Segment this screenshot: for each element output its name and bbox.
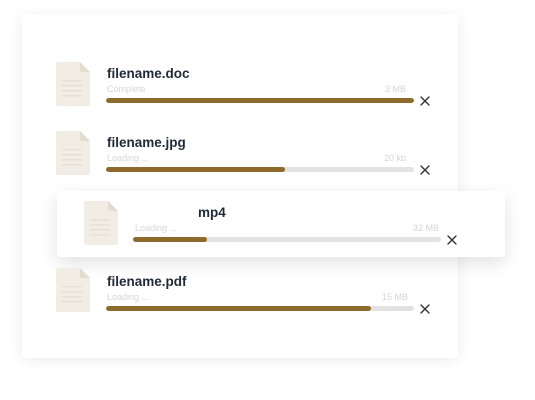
file-name: mp4: [198, 205, 226, 220]
upload-row-active: mp4 Loading ... 32 MB: [57, 191, 505, 257]
file-icon: [56, 62, 90, 106]
progress-fill: [106, 167, 285, 172]
file-icon: [56, 268, 90, 312]
progress-fill: [133, 237, 207, 242]
progress-bar: [106, 167, 414, 172]
file-size: 15 MB: [381, 292, 408, 302]
file-size: 20 kb: [383, 153, 406, 163]
file-name: filename.jpg: [107, 135, 186, 150]
upload-status: Loading ...: [135, 223, 178, 233]
file-size: 32 MB: [412, 223, 439, 233]
progress-bar: [133, 237, 441, 242]
upload-status: Complete: [107, 84, 146, 94]
progress-bar: [106, 306, 414, 311]
progress-fill: [106, 98, 414, 103]
file-size: 3 MB: [384, 84, 406, 94]
file-name: filename.pdf: [107, 274, 187, 289]
upload-stage: filename.doc Complete 3 MB filename.jpg …: [0, 0, 535, 400]
progress-fill: [106, 306, 371, 311]
close-icon[interactable]: [418, 163, 432, 177]
file-icon: [56, 131, 90, 175]
upload-status: Loading ...: [107, 153, 150, 163]
upload-status: Loading ...: [107, 292, 150, 302]
progress-bar: [106, 98, 414, 103]
close-icon[interactable]: [418, 302, 432, 316]
close-icon[interactable]: [445, 233, 459, 247]
close-icon[interactable]: [418, 94, 432, 108]
file-name: filename.doc: [107, 66, 190, 81]
upload-row: filename.jpg Loading ... 20 kb: [50, 131, 440, 187]
upload-row: filename.doc Complete 3 MB: [50, 62, 440, 118]
upload-row: filename.pdf Loading ... 15 MB: [50, 268, 440, 324]
file-icon: [84, 201, 118, 245]
